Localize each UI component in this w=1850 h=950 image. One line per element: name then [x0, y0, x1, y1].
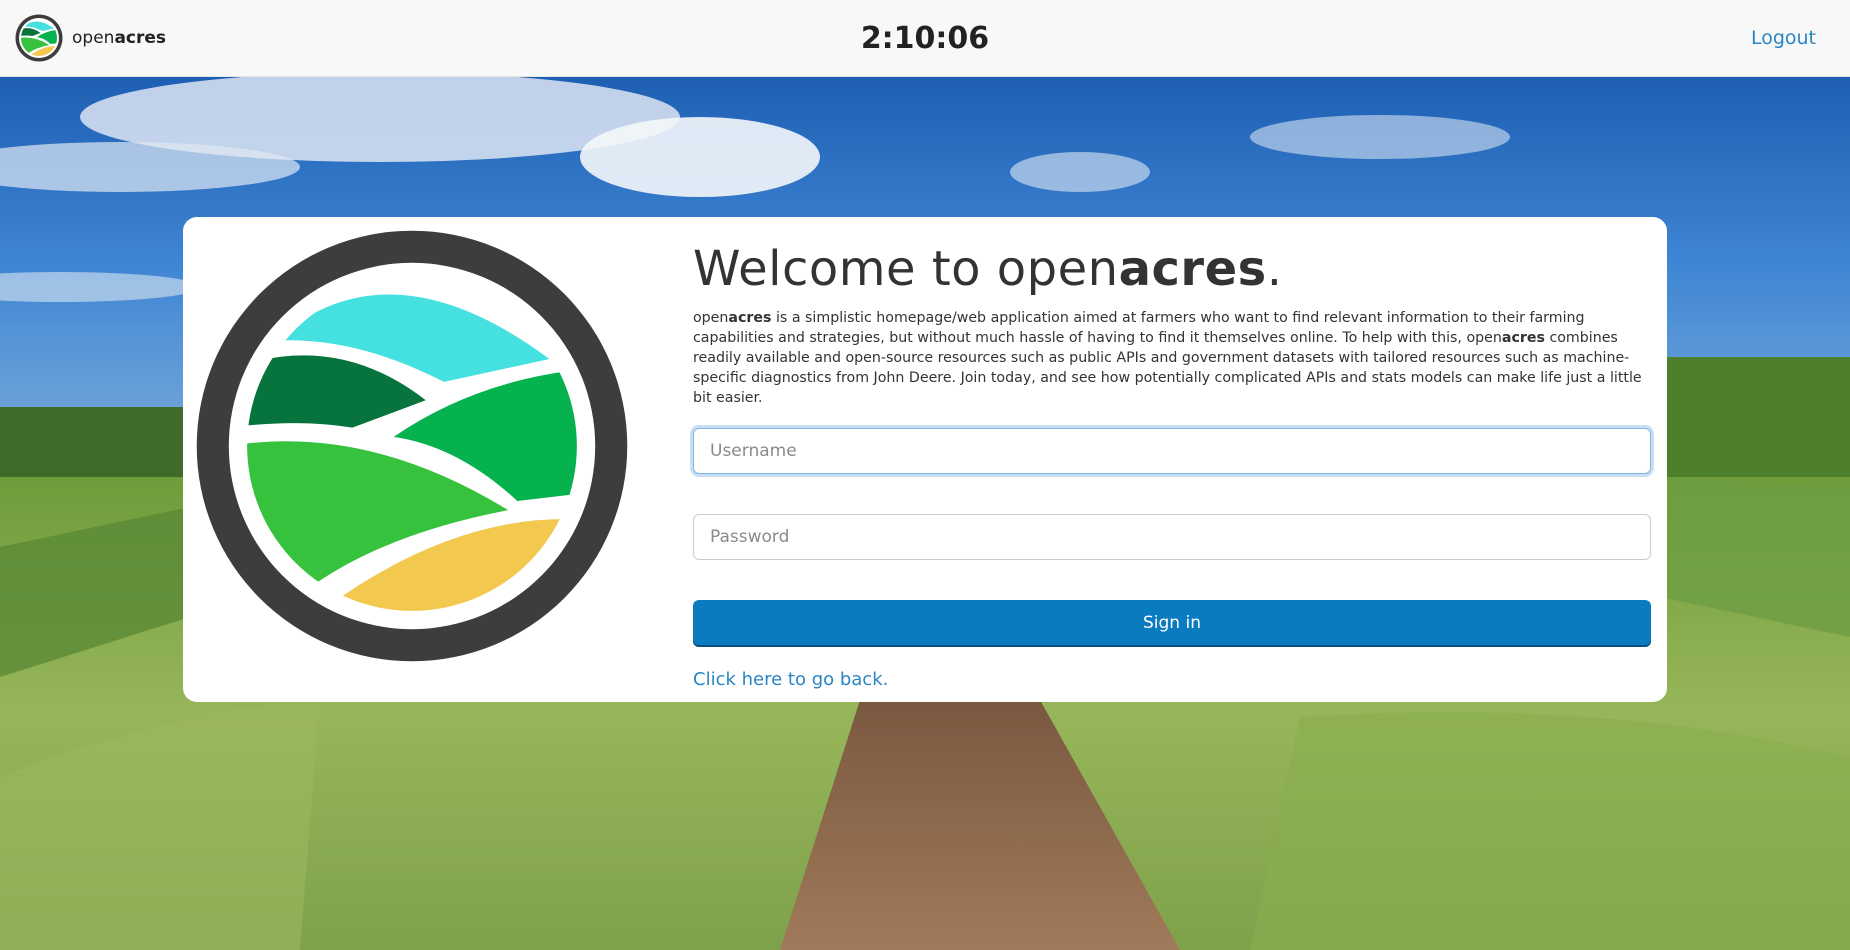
login-content: Welcome to openacres. openacres is a sim…: [693, 243, 1651, 690]
password-input[interactable]: [693, 513, 1651, 560]
brand-name: openacres: [72, 28, 167, 48]
app-description: openacres is a simplistic homepage/web a…: [693, 309, 1642, 406]
username-input[interactable]: [693, 427, 1651, 474]
openacres-large-logo-icon: [196, 230, 628, 662]
landscape-background: Welcome to openacres. openacres is a sim…: [0, 77, 1850, 950]
openacres-logo-icon: [15, 14, 63, 62]
top-navbar: openacres 2:10:06 Logout: [0, 0, 1850, 77]
login-card: Welcome to openacres. openacres is a sim…: [183, 217, 1667, 702]
sign-in-button[interactable]: Sign in: [693, 599, 1651, 647]
page-title: Welcome to openacres.: [693, 241, 1283, 297]
clock-display: 2:10:06: [860, 21, 990, 56]
logout-link[interactable]: Logout: [1751, 27, 1816, 49]
go-back-link[interactable]: Click here to go back.: [693, 669, 888, 690]
brand-home-link[interactable]: openacres: [14, 13, 166, 63]
